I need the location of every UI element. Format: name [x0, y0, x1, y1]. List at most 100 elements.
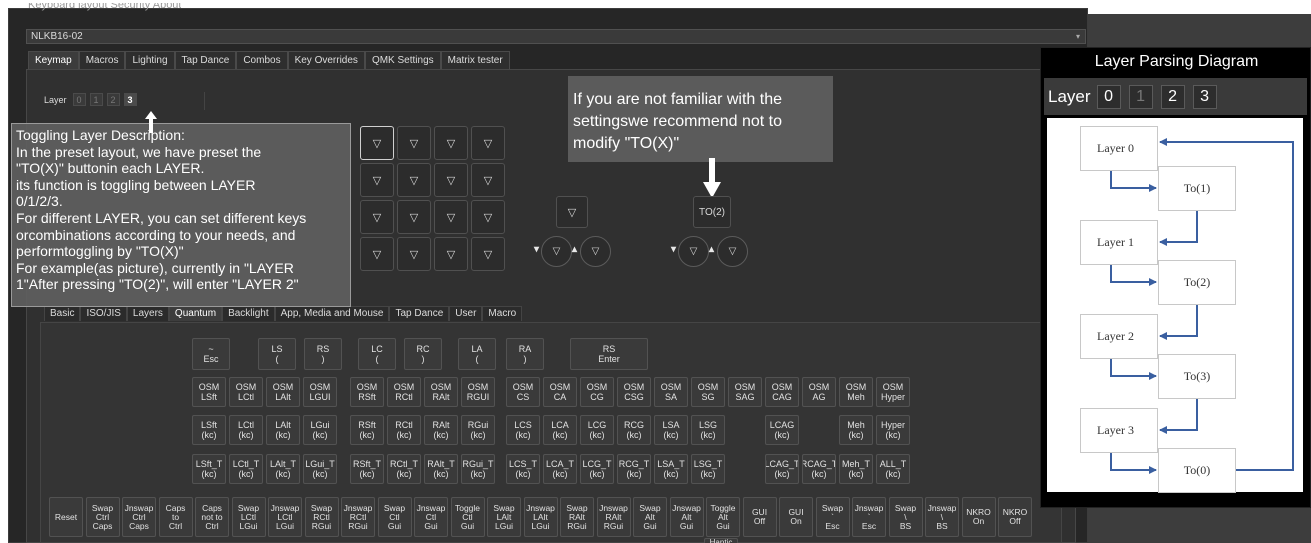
layer-button-2[interactable]: 2: [106, 93, 120, 106]
mod-key[interactable]: LCG (kc): [580, 415, 614, 445]
osm-key[interactable]: OSM CAG: [765, 377, 799, 407]
mod-key[interactable]: LCS (kc): [506, 415, 540, 445]
action-key[interactable]: GUI Off: [742, 497, 777, 537]
knob-right-a[interactable]: ▽: [580, 236, 611, 267]
action-key[interactable]: Swap Ctl Gui: [377, 497, 412, 537]
knob-right-b[interactable]: ▽: [717, 236, 748, 267]
key-r3-c1[interactable]: ▽: [397, 237, 431, 271]
tab-lighting[interactable]: Lighting: [125, 51, 175, 69]
subtab-tap-dance[interactable]: Tap Dance: [389, 306, 450, 321]
action-key[interactable]: Caps not to Ctrl: [195, 497, 229, 537]
osm-key[interactable]: OSM SA: [654, 377, 688, 407]
layer-button-0[interactable]: 0: [72, 93, 86, 106]
action-key[interactable]: GUI On: [779, 497, 813, 537]
action-key[interactable]: Toggle Ctl Gui: [450, 497, 485, 537]
action-key[interactable]: Swap LCtl LGui: [231, 497, 266, 537]
mod-key[interactable]: RSft (kc): [350, 415, 384, 445]
quantum-key[interactable]: RS ): [304, 338, 342, 370]
key-r2-c0[interactable]: ▽: [360, 200, 394, 234]
mod-key[interactable]: Hyper (kc): [876, 415, 910, 445]
osm-key[interactable]: OSM LGUI: [303, 377, 337, 407]
key-r3-c3[interactable]: ▽: [471, 237, 505, 271]
action-key[interactable]: Caps to Ctrl: [158, 497, 193, 537]
osm-key[interactable]: OSM Meh: [839, 377, 873, 407]
device-select[interactable]: NLKB16-02 ▾: [26, 29, 1086, 44]
action-key[interactable]: NKRO On: [961, 497, 996, 537]
osm-key[interactable]: OSM SAG: [728, 377, 762, 407]
key-r0-c1[interactable]: ▽: [397, 126, 431, 160]
modtap-key[interactable]: LCA_T (kc): [543, 454, 577, 484]
quantum-key[interactable]: ~ Esc: [192, 338, 230, 370]
modtap-key[interactable]: RAlt_T (kc): [424, 454, 458, 484]
quantum-key[interactable]: LA (: [458, 338, 496, 370]
subtab-backlight[interactable]: Backlight: [222, 306, 275, 321]
osm-key[interactable]: OSM SG: [691, 377, 725, 407]
key-r1-c2[interactable]: ▽: [434, 163, 468, 197]
mod-key[interactable]: LGui (kc): [303, 415, 337, 445]
knob-left-a[interactable]: ▽: [541, 236, 572, 267]
tab-tap-dance[interactable]: Tap Dance: [174, 51, 237, 69]
quantum-key[interactable]: RA ): [506, 338, 544, 370]
to-layer-key[interactable]: TO(2): [693, 196, 731, 228]
modtap-key[interactable]: LCG_T (kc): [580, 454, 614, 484]
osm-key[interactable]: OSM CG: [580, 377, 614, 407]
haptic-key[interactable]: Haptic: [704, 538, 738, 543]
action-key[interactable]: Swap Ctrl Caps: [85, 497, 120, 537]
key-r3-c0[interactable]: ▽: [360, 237, 394, 271]
layer-button-3[interactable]: 3: [123, 93, 137, 106]
action-key[interactable]: Jnswap Alt Gui: [669, 497, 704, 537]
modtap-key[interactable]: RGui_T (kc): [461, 454, 495, 484]
mod-key[interactable]: LSG (kc): [691, 415, 725, 445]
osm-key[interactable]: OSM RGUI: [461, 377, 495, 407]
key-r2-c1[interactable]: ▽: [397, 200, 431, 234]
mod-key[interactable]: RGui (kc): [461, 415, 495, 445]
osm-key[interactable]: OSM CS: [506, 377, 540, 407]
osm-key[interactable]: OSM AG: [802, 377, 836, 407]
osm-key[interactable]: OSM Hyper: [876, 377, 910, 407]
action-key[interactable]: Swap RCtl RGui: [304, 497, 339, 537]
tab-key-overrides[interactable]: Key Overrides: [287, 51, 365, 69]
mod-key[interactable]: LCtl (kc): [229, 415, 263, 445]
action-key[interactable]: Swap LAlt LGui: [487, 497, 521, 537]
layer-button-1[interactable]: 1: [89, 93, 103, 106]
osm-key[interactable]: OSM LAlt: [266, 377, 300, 407]
knob-left-b[interactable]: ▽: [678, 236, 709, 267]
modtap-key[interactable]: RCtl_T (kc): [387, 454, 421, 484]
key-r2-c3[interactable]: ▽: [471, 200, 505, 234]
subtab-app-media-and-mouse[interactable]: App, Media and Mouse: [274, 306, 390, 321]
modtap-key[interactable]: LAlt_T (kc): [266, 454, 300, 484]
quantum-key[interactable]: RS Enter: [570, 338, 648, 370]
action-key[interactable]: Toggle Alt Gui: [706, 497, 740, 537]
mod-key[interactable]: LCA (kc): [543, 415, 577, 445]
tab-macros[interactable]: Macros: [78, 51, 126, 69]
quantum-key[interactable]: LS (: [258, 338, 296, 370]
key-r0-c2[interactable]: ▽: [434, 126, 468, 160]
modtap-key[interactable]: LSG_T (kc): [691, 454, 725, 484]
tab-keymap[interactable]: Keymap: [28, 51, 79, 69]
action-key[interactable]: Reset: [49, 497, 83, 537]
subtab-user[interactable]: User: [449, 306, 483, 321]
key-r3-c2[interactable]: ▽: [434, 237, 468, 271]
osm-key[interactable]: OSM RAlt: [424, 377, 458, 407]
osm-key[interactable]: OSM RSft: [350, 377, 384, 407]
subtab-quantum[interactable]: Quantum: [168, 306, 223, 321]
modtap-key[interactable]: RSft_T (kc): [350, 454, 384, 484]
action-key[interactable]: Swap RAlt RGui: [560, 497, 594, 537]
menu-bar[interactable]: Keyboard layout Security About: [28, 3, 181, 13]
key-r0-c0[interactable]: ▽: [360, 126, 394, 160]
quantum-key[interactable]: LC (: [358, 338, 396, 370]
subtab-iso-jis[interactable]: ISO/JIS: [80, 306, 127, 321]
key-r0-c3[interactable]: ▽: [471, 126, 505, 160]
osm-key[interactable]: OSM CSG: [617, 377, 651, 407]
action-key[interactable]: Jnswap LAlt LGui: [523, 497, 558, 537]
mod-key[interactable]: RCG (kc): [617, 415, 651, 445]
mod-key[interactable]: RCtl (kc): [387, 415, 421, 445]
key-r1-c1[interactable]: ▽: [397, 163, 431, 197]
mod-key[interactable]: LSft (kc): [192, 415, 226, 445]
action-key[interactable]: Jnswap Ctrl Caps: [122, 497, 156, 537]
osm-key[interactable]: OSM LCtl: [229, 377, 263, 407]
key-r1-c0[interactable]: ▽: [360, 163, 394, 197]
subtab-layers[interactable]: Layers: [126, 306, 169, 321]
modtap-key[interactable]: LCtl_T (kc): [229, 454, 263, 484]
action-key[interactable]: Jnswap RCtl RGui: [341, 497, 375, 537]
